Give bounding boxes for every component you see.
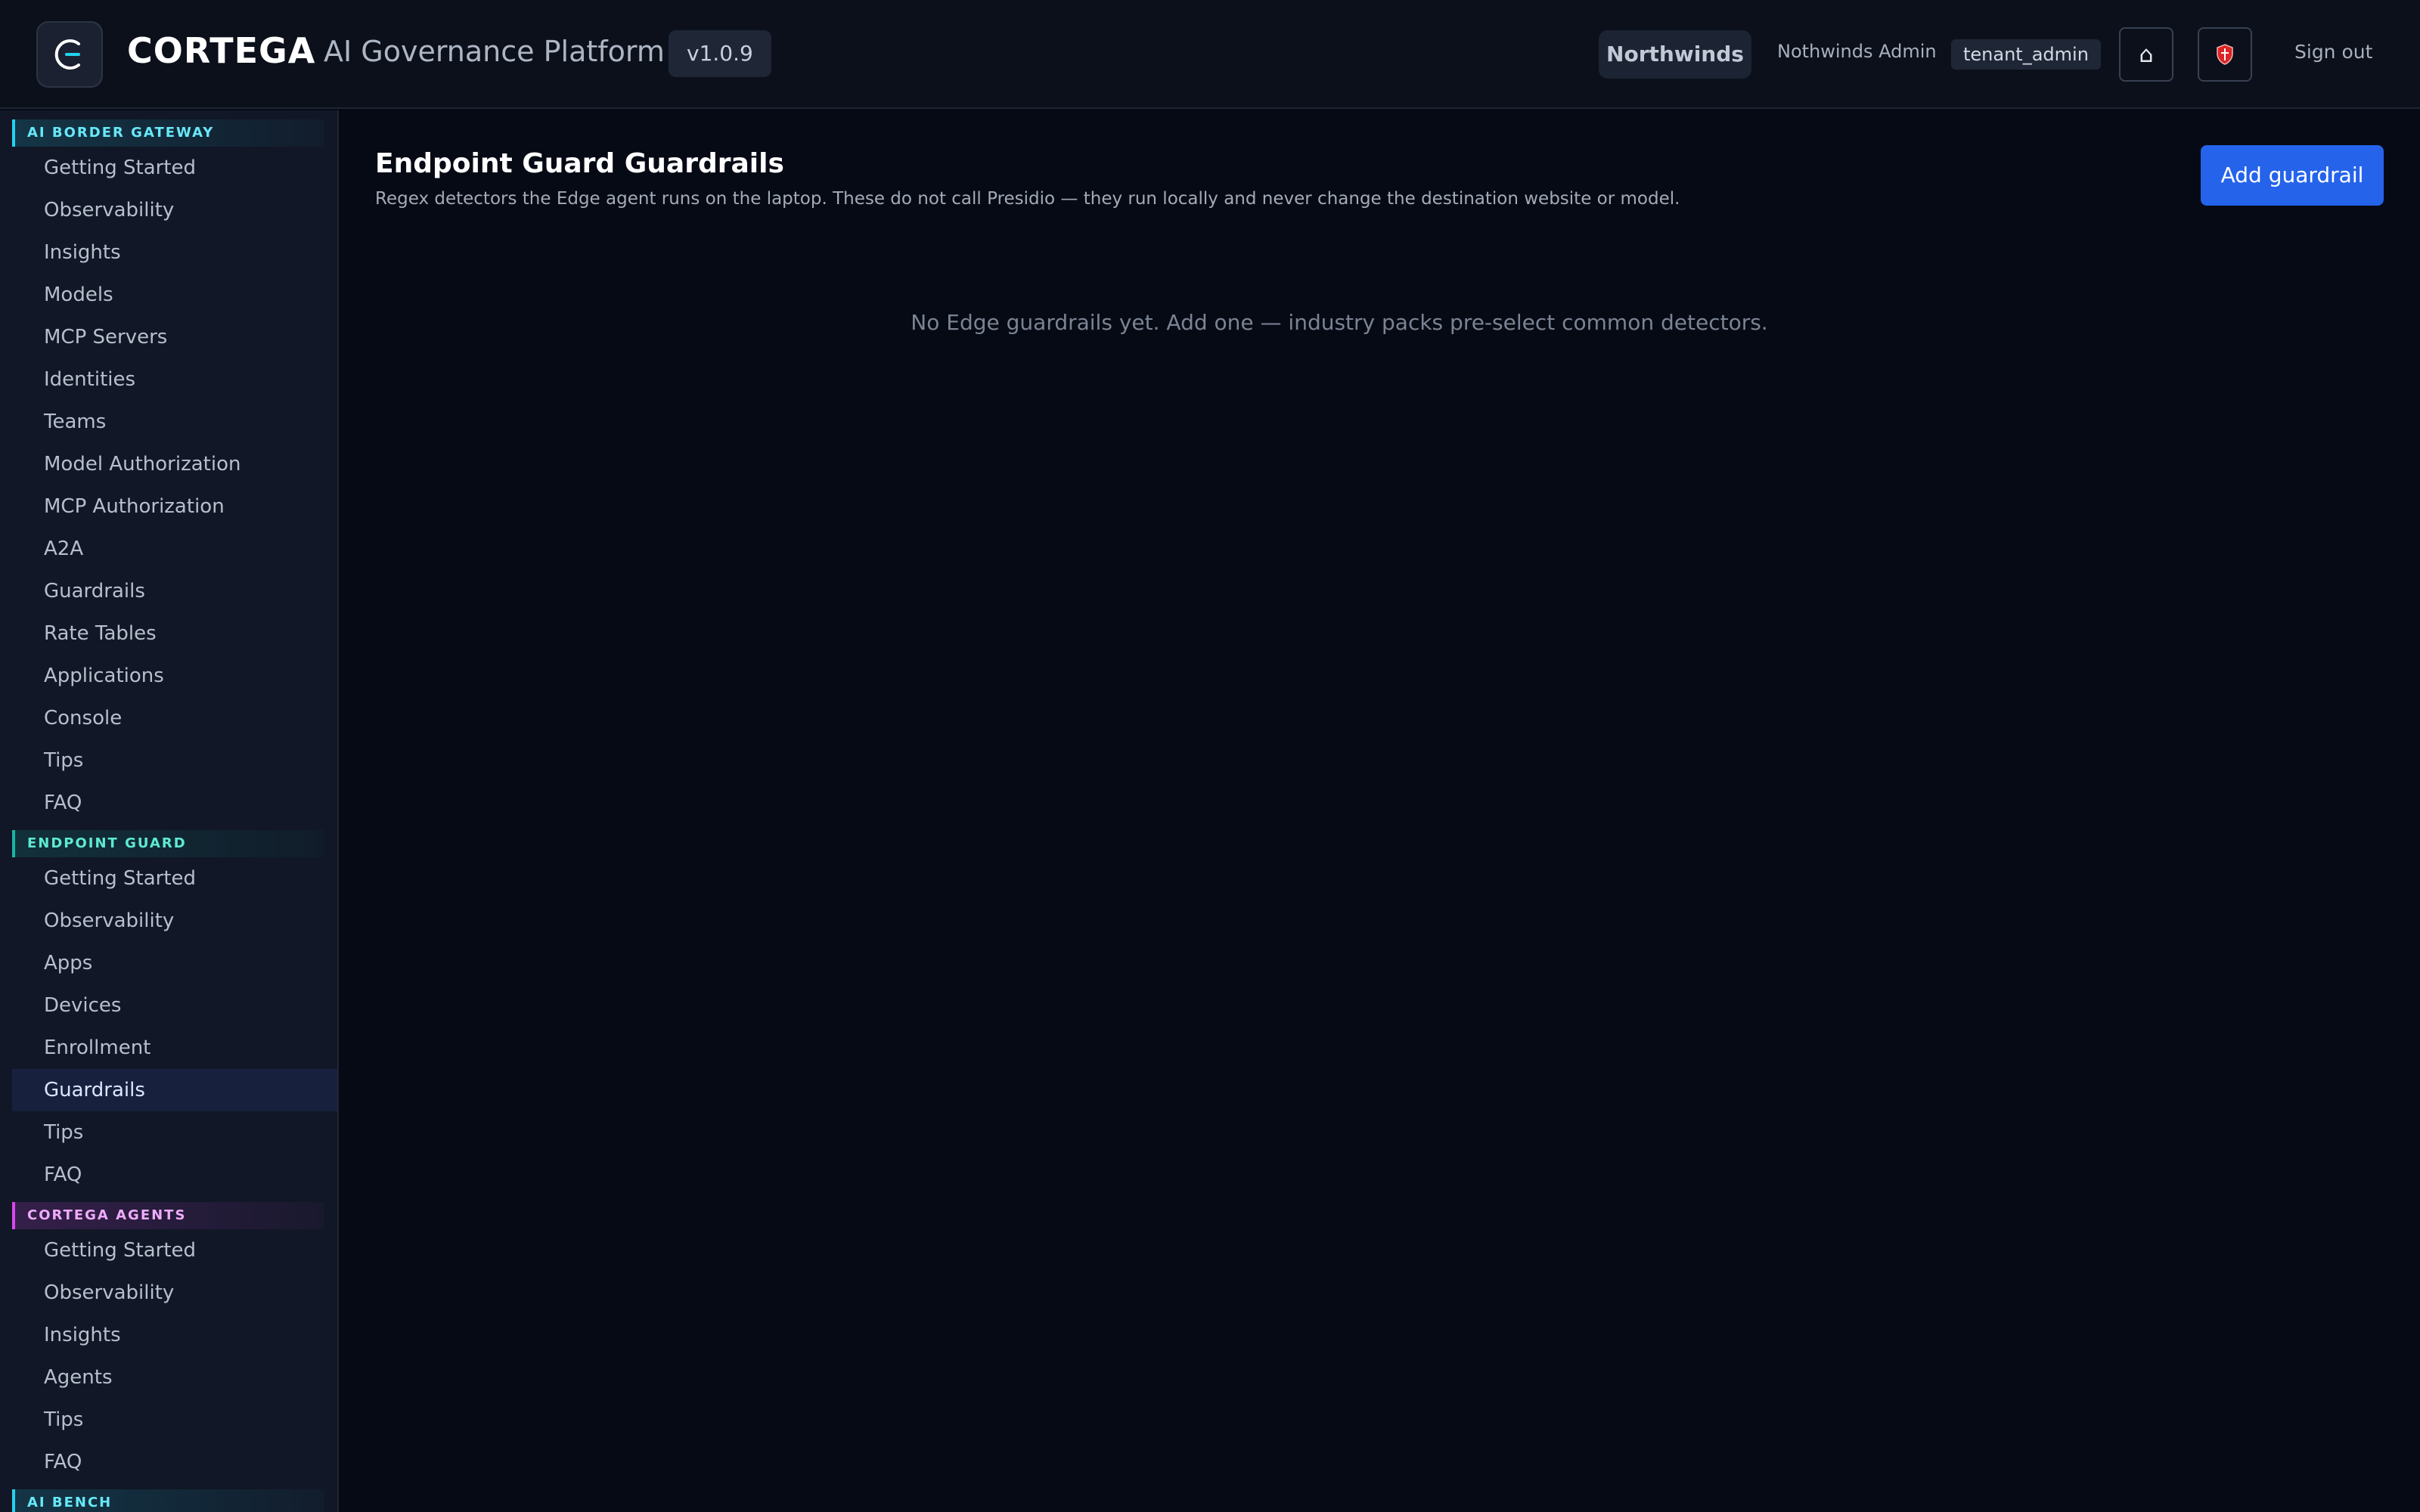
home-icon: ⌂ [2139, 41, 2154, 68]
nav-gateway-guardrails[interactable]: Guardrails [12, 570, 337, 612]
nav-endpoint-apps[interactable]: Apps [12, 942, 337, 984]
section-cortega-agents: CORTEGA AGENTS [12, 1202, 324, 1229]
nav-gateway-console[interactable]: Console [12, 697, 337, 739]
nav-gateway-tips[interactable]: Tips [12, 739, 337, 782]
nav-gateway-insights[interactable]: Insights [12, 231, 337, 274]
nav-agents-faq[interactable]: FAQ [12, 1441, 337, 1483]
nav-agents-observability[interactable]: Observability [12, 1272, 337, 1314]
section-ai-bench: AI BENCH [12, 1489, 324, 1512]
section-ai-border-gateway: AI BORDER GATEWAY [12, 119, 324, 147]
nav-endpoint-guardrails[interactable]: Guardrails [12, 1069, 337, 1111]
page-description: Regex detectors the Edge agent runs on t… [375, 189, 1680, 209]
nav-agents-tips[interactable]: Tips [12, 1399, 337, 1441]
logo-mark-icon [54, 39, 80, 70]
top-bar: CORTEGA AI Governance Platform v1.0.9 No… [0, 0, 2420, 109]
nav-endpoint-enrollment[interactable]: Enrollment [12, 1027, 337, 1069]
empty-state-message: No Edge guardrails yet. Add one — indust… [911, 310, 1768, 335]
nav-gateway-mcp-servers[interactable]: MCP Servers [12, 316, 337, 358]
nav-endpoint-faq[interactable]: FAQ [12, 1154, 337, 1196]
nav-agents-agents[interactable]: Agents [12, 1356, 337, 1399]
platform-subtitle: AI Governance Platform [324, 35, 665, 68]
brand-name: CORTEGA [127, 30, 316, 71]
nav-gateway-faq[interactable]: FAQ [12, 782, 337, 824]
nav-gateway-observability[interactable]: Observability [12, 189, 337, 231]
user-name: Nothwinds Admin [1777, 41, 1937, 62]
nav-endpoint-devices[interactable]: Devices [12, 984, 337, 1027]
nav-gateway-getting-started[interactable]: Getting Started [12, 147, 337, 189]
add-guardrail-button[interactable]: Add guardrail [2201, 145, 2384, 206]
nav-endpoint-tips[interactable]: Tips [12, 1111, 337, 1154]
nav-gateway-model-authorization[interactable]: Model Authorization [12, 443, 337, 485]
nav-gateway-mcp-authorization[interactable]: MCP Authorization [12, 485, 337, 528]
nav-gateway-a2a[interactable]: A2A [12, 528, 337, 570]
page-title: Endpoint Guard Guardrails [375, 148, 784, 179]
role-badge: tenant_admin [1951, 39, 2101, 70]
shield-icon [2217, 44, 2233, 65]
cortega-logo-icon[interactable] [36, 21, 103, 88]
nav-gateway-models[interactable]: Models [12, 274, 337, 316]
home-button[interactable]: ⌂ [2119, 27, 2173, 82]
nav-gateway-applications[interactable]: Applications [12, 655, 337, 697]
nav-gateway-rate-tables[interactable]: Rate Tables [12, 612, 337, 655]
sign-out-link[interactable]: Sign out [2294, 41, 2372, 63]
nav-gateway-teams[interactable]: Teams [12, 401, 337, 443]
sidebar: AI BORDER GATEWAY Getting Started Observ… [0, 110, 339, 1512]
nav-gateway-identities[interactable]: Identities [12, 358, 337, 401]
nav-agents-insights[interactable]: Insights [12, 1314, 337, 1356]
section-endpoint-guard: ENDPOINT GUARD [12, 830, 324, 857]
shield-button[interactable] [2198, 27, 2252, 82]
version-badge: v1.0.9 [669, 30, 771, 77]
nav-agents-getting-started[interactable]: Getting Started [12, 1229, 337, 1272]
nav-endpoint-observability[interactable]: Observability [12, 900, 337, 942]
nav-endpoint-getting-started[interactable]: Getting Started [12, 857, 337, 900]
tenant-switcher[interactable]: Northwinds [1599, 30, 1751, 79]
